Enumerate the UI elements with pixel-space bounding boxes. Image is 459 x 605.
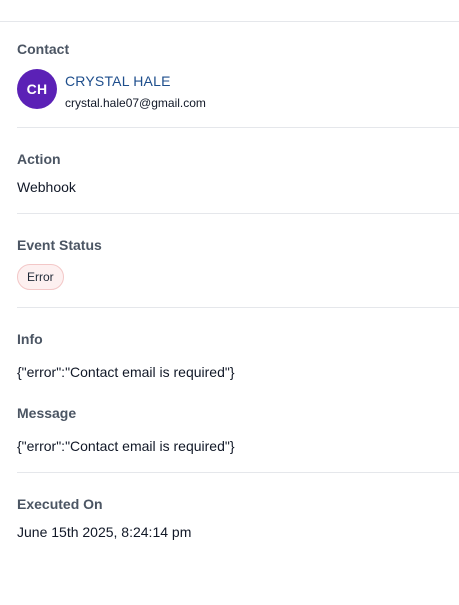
divider [17,127,459,128]
contact-name-link[interactable]: CRYSTAL HALE [65,72,171,90]
divider [17,472,459,473]
event-status-label: Event Status [17,237,102,253]
action-value: Webhook [17,179,76,195]
avatar: CH [17,69,57,109]
executed-on-label: Executed On [17,496,103,512]
action-label: Action [17,151,61,167]
contact-email: crystal.hale07@gmail.com [65,96,206,110]
message-label: Message [17,405,77,421]
info-value: {"error":"Contact email is required"} [17,364,235,380]
divider [17,307,459,308]
status-badge: Error [17,264,64,290]
message-value: {"error":"Contact email is required"} [17,438,235,454]
divider [17,213,459,214]
contact-label: Contact [17,41,70,57]
execution-details-panel: Contact CH CRYSTAL HALE crystal.hale07@g… [0,0,459,605]
executed-on-value: June 15th 2025, 8:24:14 pm [17,524,192,540]
info-label: Info [17,331,43,347]
top-divider [0,21,459,22]
